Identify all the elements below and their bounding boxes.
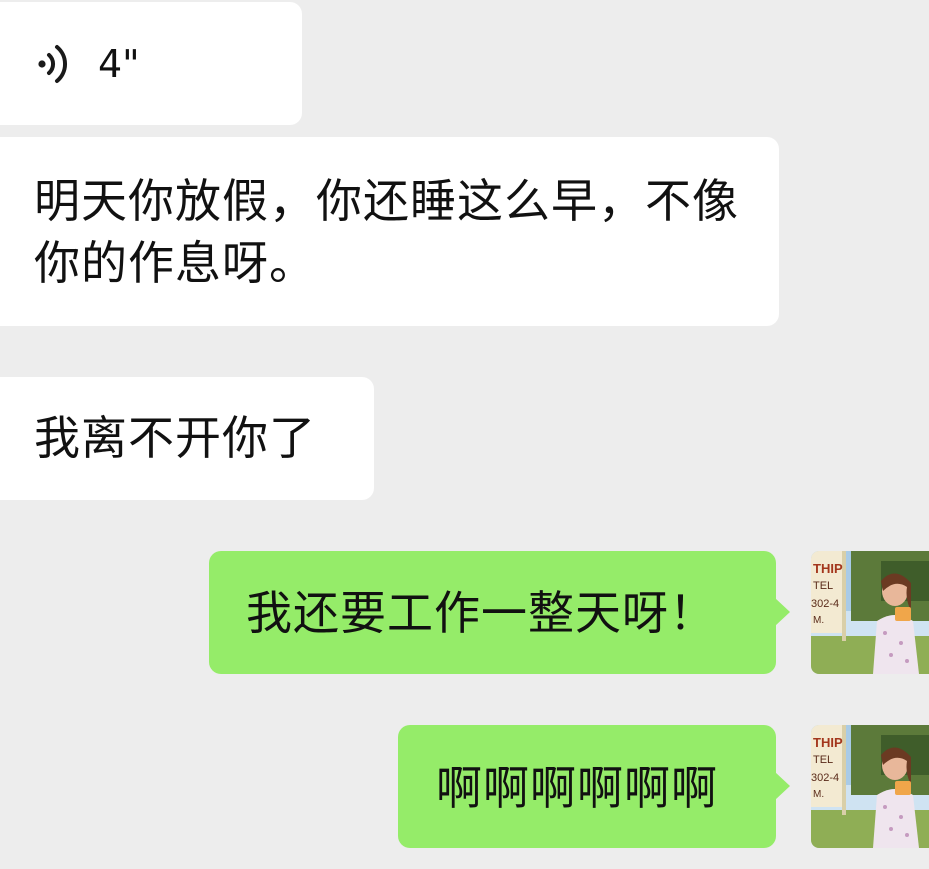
voice-wave-icon bbox=[38, 44, 68, 83]
avatar-sign-text: 302-4 bbox=[811, 598, 839, 610]
message-text: 啊啊啊啊啊啊 bbox=[436, 761, 718, 815]
avatar-sign-text: M. bbox=[813, 789, 824, 800]
avatar-sign-text: THIP bbox=[813, 735, 843, 750]
voice-message-bubble[interactable]: 4" bbox=[0, 2, 302, 125]
avatar-sign-text: 302-4 bbox=[811, 772, 839, 784]
message-bubble-incoming[interactable]: 我离不开你了 bbox=[0, 377, 374, 500]
message-bubble-outgoing[interactable]: 我还要工作一整天呀！ bbox=[209, 551, 790, 674]
voice-duration: 4" bbox=[98, 41, 140, 86]
avatar-sign-text: THIP bbox=[813, 561, 843, 576]
message-bubble-incoming[interactable]: 明天你放假，你还睡这么早，不像你的作息呀。 bbox=[0, 137, 779, 326]
avatar[interactable]: THIP TEL 302-4 M. bbox=[811, 551, 929, 674]
message-text: 我还要工作一整天呀！ bbox=[246, 586, 716, 640]
message-text: 我离不开你了 bbox=[34, 411, 316, 465]
bubble-tail bbox=[775, 772, 790, 800]
message-text: 明天你放假，你还睡这么早，不像你的作息呀。 bbox=[34, 174, 739, 290]
avatar-sign-text: M. bbox=[813, 615, 824, 626]
avatar-sign-text: TEL bbox=[813, 754, 833, 766]
avatar[interactable]: THIP TEL 302-4 M. bbox=[811, 725, 929, 848]
avatar-sign-text: TEL bbox=[813, 580, 833, 592]
bubble-tail bbox=[775, 598, 790, 626]
message-bubble-outgoing[interactable]: 啊啊啊啊啊啊 bbox=[398, 725, 790, 848]
